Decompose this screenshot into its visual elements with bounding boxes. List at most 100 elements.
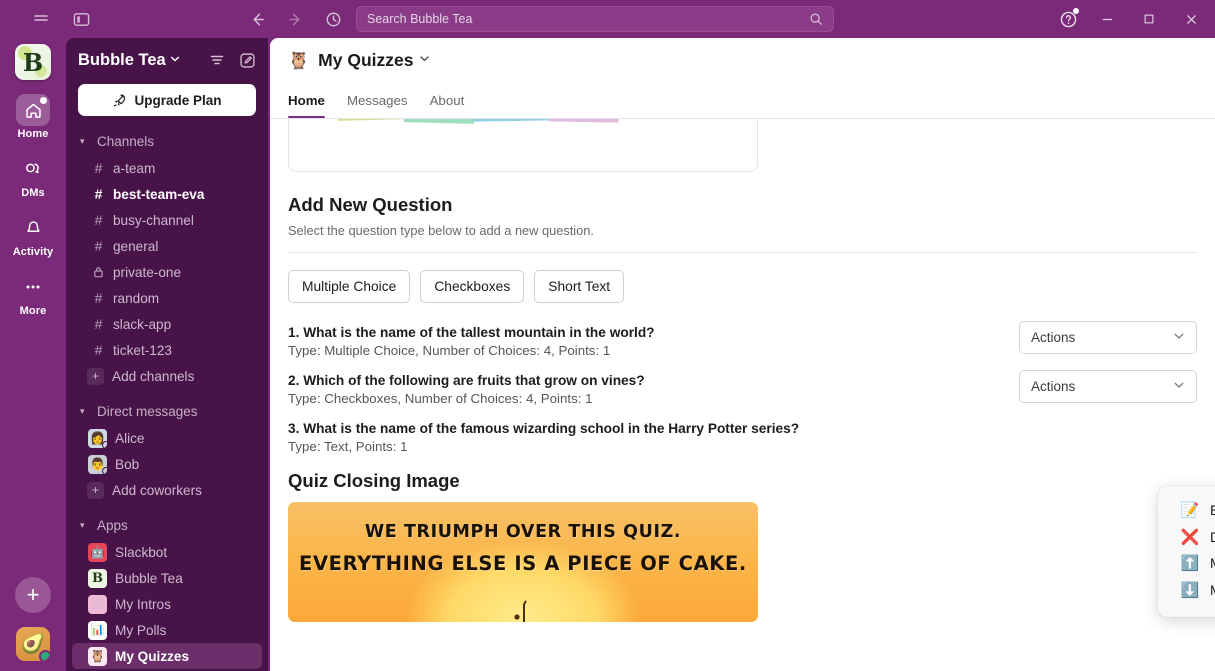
menu-item-move-down[interactable]: ⬇️ Move Down: [1158, 577, 1215, 604]
actions-context-menu: 📝 Edit ❌ Delete ⬆️ Move Up ⬇️ Move Down: [1158, 486, 1215, 617]
minimize-button[interactable]: [1087, 4, 1127, 34]
section-label: Channels: [97, 134, 155, 149]
tab-messages[interactable]: Messages: [336, 82, 419, 118]
sidebar-item-add-channels[interactable]: + Add channels: [72, 363, 262, 389]
dm-label: Alice: [115, 430, 145, 446]
question-list: 1. What is the name of the tallest mount…: [288, 321, 1197, 454]
hamburger-icon[interactable]: [30, 8, 52, 30]
channel-label: general: [113, 238, 159, 254]
add-question-subtext: Select the question type below to add a …: [288, 223, 594, 238]
multiple-choice-button[interactable]: Multiple Choice: [288, 270, 411, 303]
avatar[interactable]: 🥑: [16, 627, 50, 661]
dm-label: Add coworkers: [112, 482, 202, 498]
sidebar-section-channels[interactable]: ▾ Channels: [66, 128, 268, 155]
app-emoji: 🖼: [90, 597, 105, 610]
main-panel: 🦉 My Quizzes Home Messages About Add New…: [270, 38, 1215, 671]
sidebar-header: Bubble Tea: [66, 38, 268, 82]
channel-label: private-one: [113, 264, 182, 280]
closing-image-heading: Quiz Closing Image: [288, 470, 460, 491]
sidebar-item-my-polls[interactable]: 📊 My Polls: [72, 617, 262, 643]
sidebar-item-my-quizzes[interactable]: 🦉 My Quizzes: [72, 643, 262, 669]
channel-label: best-team-eva: [113, 186, 205, 202]
home-badge-dot: [40, 97, 47, 104]
back-arrow-icon[interactable]: [246, 8, 268, 30]
tab-home[interactable]: Home: [288, 82, 336, 118]
tab-about[interactable]: About: [419, 82, 476, 118]
actions-dropdown-q2[interactable]: Actions: [1019, 370, 1197, 403]
app-icon-my-intros: 🖼: [88, 594, 107, 614]
sidebar-section-direct-messages[interactable]: ▾ Direct messages: [66, 398, 268, 425]
sidebar-item-bubble-tea[interactable]: B Bubble Tea: [72, 565, 262, 591]
lock-icon: [92, 264, 105, 280]
maximize-button[interactable]: [1129, 4, 1169, 34]
search-input[interactable]: Search Bubble Tea: [356, 6, 834, 32]
channel-label: slack-app: [113, 316, 172, 332]
sidebar-item-private-one[interactable]: private-one: [72, 259, 262, 285]
chevron-down-icon: ▾: [80, 406, 85, 416]
sidebar-item-bob[interactable]: 👨 Bob: [72, 451, 262, 477]
hash-icon: #: [94, 160, 103, 176]
sidebar-item-slack-app[interactable]: # slack-app: [72, 311, 262, 337]
chevron-down-icon: ▾: [80, 136, 85, 146]
app-emoji: 🤖: [90, 545, 105, 559]
question-type-buttons: Multiple Choice Checkboxes Short Text: [288, 270, 1197, 303]
presence-indicator: [39, 650, 50, 661]
sidebar-item-add-coworkers[interactable]: + Add coworkers: [72, 477, 262, 503]
home-icon: [16, 94, 50, 126]
sidebar-toggle-icon[interactable]: [70, 8, 92, 30]
help-badge-dot: [1073, 8, 1079, 14]
help-icon[interactable]: [1051, 4, 1085, 34]
menu-item-delete[interactable]: ❌ Delete: [1158, 524, 1215, 551]
app-icon-my-polls: 📊: [88, 620, 107, 640]
close-button[interactable]: [1171, 4, 1211, 34]
compose-icon[interactable]: [234, 47, 260, 73]
sidebar-item-best-team-eva[interactable]: # best-team-eva: [72, 181, 262, 207]
add-question-heading: Add New Question: [288, 194, 453, 215]
dms-icon: [16, 153, 50, 185]
rail-item-activity[interactable]: Activity: [7, 212, 59, 258]
sidebar-item-general[interactable]: # general: [72, 233, 262, 259]
sidebar-item-my-intros[interactable]: 🖼 My Intros: [72, 591, 262, 617]
new-item-button[interactable]: +: [15, 577, 51, 613]
app-label: My Quizzes: [115, 648, 190, 664]
sidebar-item-random[interactable]: # random: [72, 285, 262, 311]
actions-label: Actions: [1031, 330, 1076, 345]
search-icon: [809, 12, 823, 26]
menu-item-move-up[interactable]: ⬆️ Move Up: [1158, 550, 1215, 577]
chevron-down-icon: [419, 53, 430, 67]
checkboxes-button[interactable]: Checkboxes: [420, 270, 525, 303]
app-header: 🦉 My Quizzes: [270, 38, 1215, 82]
sidebar-item-busy-channel[interactable]: # busy-channel: [72, 207, 262, 233]
quiz-header-image-card: I I M E !: [288, 119, 758, 172]
clock-icon[interactable]: [322, 8, 344, 30]
menu-item-edit[interactable]: 📝 Edit: [1158, 497, 1215, 524]
channel-label: Add channels: [112, 368, 195, 384]
forward-arrow-icon[interactable]: [284, 8, 306, 30]
bell-icon: [16, 212, 50, 244]
tab-label: Messages: [346, 92, 408, 108]
hash-icon: #: [94, 290, 103, 306]
app-title-menu[interactable]: My Quizzes: [318, 50, 430, 71]
upgrade-plan-button[interactable]: Upgrade Plan: [78, 84, 256, 116]
sidebar-section-apps[interactable]: ▾ Apps: [66, 512, 268, 539]
question-row: 3. What is the name of the famous wizard…: [288, 421, 1197, 454]
move-up-icon: ⬆️: [1180, 555, 1200, 573]
rail-item-dms[interactable]: DMs: [7, 153, 59, 199]
app-label: Slackbot: [115, 544, 168, 560]
sidebar-item-slackbot[interactable]: 🤖 Slackbot: [72, 539, 262, 565]
app-emoji: 🦉: [90, 649, 105, 663]
delete-icon: ❌: [1180, 528, 1200, 546]
rail-item-home[interactable]: Home: [7, 94, 59, 140]
sidebar-item-ticket-123[interactable]: # ticket-123: [72, 337, 262, 363]
workspace-logo[interactable]: B: [15, 44, 51, 80]
search-placeholder: Search Bubble Tea: [367, 12, 473, 26]
short-text-button[interactable]: Short Text: [534, 270, 625, 303]
rail-item-more[interactable]: More: [7, 271, 59, 317]
sidebar-item-a-team[interactable]: # a-team: [72, 155, 262, 181]
filter-icon[interactable]: [204, 47, 230, 73]
dm-label: Bob: [115, 456, 140, 472]
workspace-switcher[interactable]: Bubble Tea: [78, 51, 200, 70]
sidebar-item-alice[interactable]: 👩 Alice: [72, 425, 262, 451]
app-emoji: B: [92, 570, 103, 586]
actions-dropdown-q1[interactable]: Actions: [1019, 321, 1197, 354]
